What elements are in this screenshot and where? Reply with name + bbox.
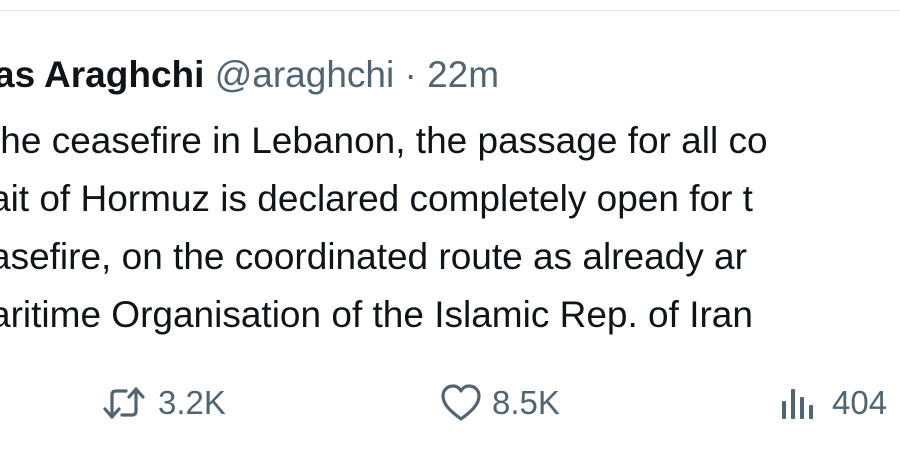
tweet-timestamp[interactable]: 22m <box>427 54 499 95</box>
author-handle[interactable]: @araghchi <box>215 54 395 95</box>
tweet-card[interactable]: as Araghchi @araghchi · 22m the ceasefir… <box>0 0 900 450</box>
views-button[interactable]: 404 <box>778 378 887 428</box>
like-count: 8.5K <box>492 384 560 421</box>
retweet-icon <box>100 383 148 423</box>
like-button[interactable]: 8.5K <box>440 378 560 428</box>
tweet-header: as Araghchi @araghchi · 22m <box>0 52 499 98</box>
tweet-body-line: aritime Organisation of the Islamic Rep.… <box>0 294 753 335</box>
retweet-button[interactable]: 3.2K <box>100 378 226 428</box>
header-separator: · <box>404 54 417 95</box>
views-count: 404 <box>832 384 888 421</box>
retweet-count: 3.2K <box>158 384 226 421</box>
author-name[interactable]: as Araghchi <box>0 54 204 95</box>
tweet-body-line: ait of Hormuz is declared completely ope… <box>0 178 753 219</box>
analytics-icon <box>778 383 822 423</box>
heart-icon <box>440 383 482 423</box>
tweet-actions: 3.2K 8.5K 404 <box>0 378 900 428</box>
tweet-body-line: asefire, on the coordinated route as alr… <box>0 236 747 277</box>
tweet-body: the ceasefire in Lebanon, the passage fo… <box>0 112 900 344</box>
tweet-body-line: the ceasefire in Lebanon, the passage fo… <box>0 120 768 161</box>
